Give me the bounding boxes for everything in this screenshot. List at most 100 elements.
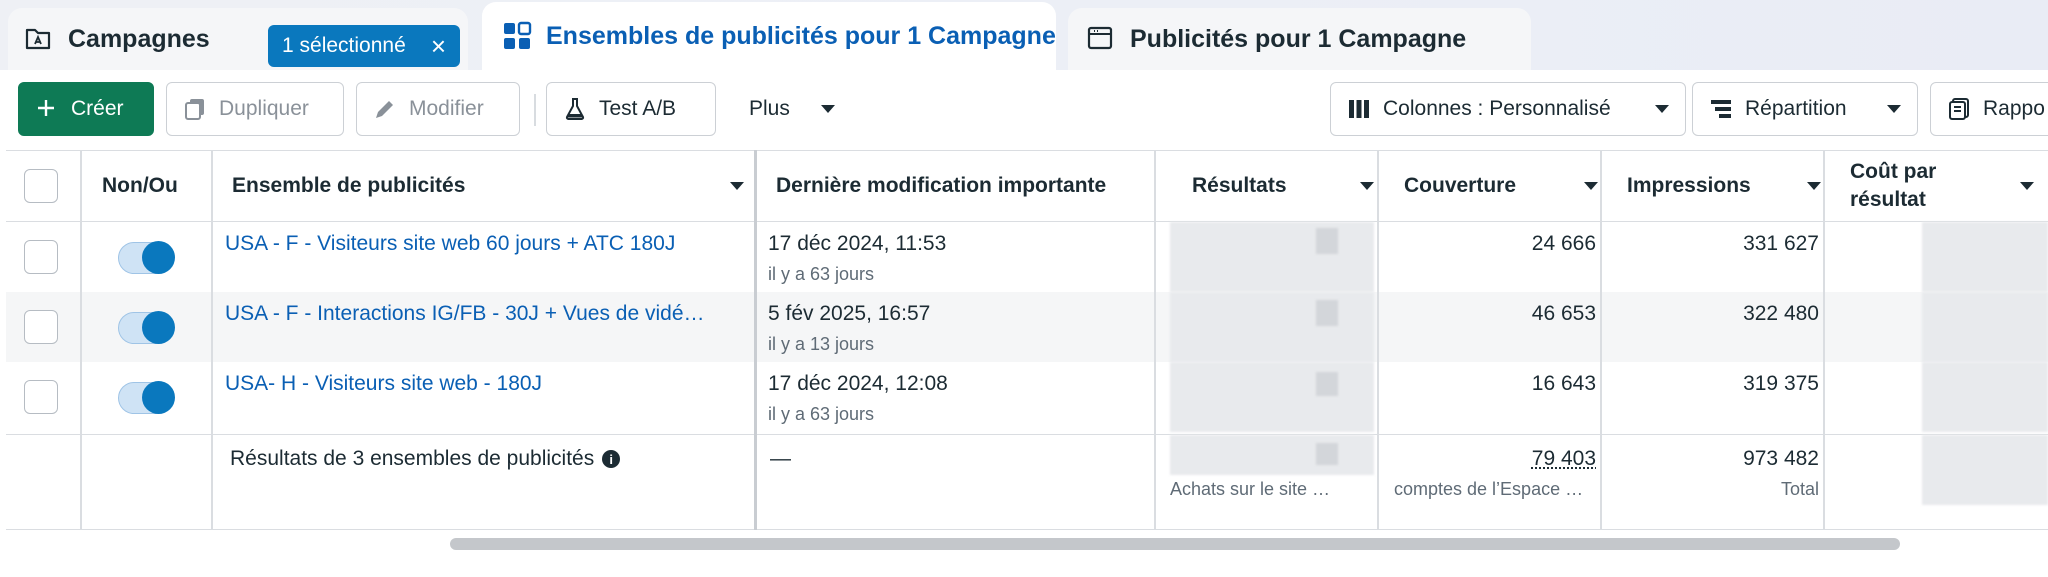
horizontal-scrollbar[interactable] [450,538,1900,550]
header-reach[interactable]: Couverture [1390,151,1612,221]
duplicate-button[interactable]: Dupliquer [166,82,344,136]
tab-adsets-label: Ensembles de publicités pour 1 Campagne [546,21,1056,50]
column-divider[interactable] [754,150,757,530]
blurred-results [1170,435,1374,475]
blurred-results [1170,292,1374,362]
tab-adsets[interactable]: Ensembles de publicités pour 1 Campagne [482,2,1056,70]
row-checkbox[interactable] [24,310,58,344]
blurred-cost [1922,435,2048,505]
more-button[interactable]: Plus [732,82,852,136]
blurred-results [1316,443,1338,465]
row-toggle[interactable] [118,311,175,344]
blurred-results [1170,362,1374,432]
last-edit-date: 5 fév 2025, 16:57 [768,302,931,325]
adset-name-link[interactable]: USA - F - Interactions IG/FB - 30J + Vue… [225,302,745,326]
reports-button-label: Rappo [1983,97,2045,120]
header-reach-label: Couverture [1404,174,1517,197]
last-edit-date: 17 déc 2024, 11:53 [768,232,947,255]
ab-test-button-label: Test A/B [599,97,677,120]
table-header: Non/Ou Ensemble de publicités Dernière m… [6,150,2048,222]
blurred-results [1316,372,1338,396]
header-onoff-label: Non/Ou [102,174,178,197]
columns-button[interactable]: Colonnes : Personnalisé [1330,82,1686,136]
info-icon[interactable]: i [602,450,621,469]
toggle-knob [142,381,175,414]
tab-campaigns-label: Campagnes [68,24,210,53]
selected-chip[interactable]: 1 sélectionné × [268,25,460,67]
table-row[interactable]: USA - F - Visiteurs site web 60 jours + … [6,222,2048,292]
header-results[interactable]: Résultats [1166,151,1388,221]
chevron-down-icon [1887,105,1901,113]
totals-reach[interactable]: 79 403 [1400,447,1596,471]
chevron-down-icon [730,182,744,190]
impressions-value: 322 480 [1743,302,1819,325]
toolbar: Créer Dupliquer Modifier Test A/B Plus C… [0,70,2048,150]
totals-last-edit: — [770,447,791,470]
plus-icon [35,97,59,121]
table-row[interactable]: USA- H - Visiteurs site web - 180J 17 dé… [6,362,2048,432]
select-all-checkbox[interactable] [24,169,58,203]
ab-test-button[interactable]: Test A/B [546,82,716,136]
toggle-knob [142,241,175,274]
reports-button[interactable]: Rappo [1930,82,2048,136]
impressions-value: 331 627 [1743,232,1819,255]
adset-name-link[interactable]: USA - F - Visiteurs site web 60 jours + … [225,232,745,256]
totals-label: Résultats de 3 ensembles de publicités [230,447,595,470]
adset-name-link[interactable]: USA- H - Visiteurs site web - 180J [225,372,745,396]
reach-value: 24 666 [1531,232,1596,255]
create-button-label: Créer [71,97,124,120]
column-divider [1823,150,1825,530]
header-impressions[interactable]: Impressions [1613,151,1835,221]
duplicate-button-label: Dupliquer [219,97,309,120]
toggle-knob [142,311,175,344]
totals-impressions: 973 482 [1743,447,1819,470]
tab-campaigns[interactable]: Campagnes 1 sélectionné × [8,8,468,70]
header-results-label: Résultats [1192,174,1287,197]
header-impressions-label: Impressions [1627,174,1751,197]
breakdown-button[interactable]: Répartition [1692,82,1918,136]
row-toggle[interactable] [118,381,175,414]
close-icon[interactable]: × [431,33,446,59]
chevron-down-icon [1807,182,1821,190]
copy-icon [183,97,207,121]
impressions-value: 319 375 [1743,372,1819,395]
edit-button-label: Modifier [409,97,484,120]
chevron-down-icon [1584,182,1598,190]
header-adset[interactable]: Ensemble de publicités [218,151,758,221]
last-edit-ago: il y a 13 jours [768,334,875,354]
flask-icon [563,97,587,121]
header-last-edit[interactable]: Dernière modification importante [762,151,1162,221]
table-row[interactable]: USA - F - Interactions IG/FB - 30J + Vue… [6,292,2048,362]
toolbar-divider [534,94,536,126]
column-divider [1154,150,1156,530]
last-edit-ago: il y a 63 jours [768,404,875,424]
header-cost-line-1: Coût par [1850,160,1937,183]
row-checkbox[interactable] [24,380,58,414]
row-checkbox[interactable] [24,240,58,274]
row-toggle[interactable] [118,241,175,274]
columns-button-label: Colonnes : Personnalisé [1383,97,1611,120]
column-divider [211,150,213,530]
last-edit-date: 17 déc 2024, 12:08 [768,372,948,395]
totals-results-sub: Achats sur le site … [1170,479,1331,499]
ad-window-icon [1086,24,1116,54]
blurred-results [1170,222,1374,292]
tab-ads[interactable]: Publicités pour 1 Campagne [1068,8,1531,70]
create-button[interactable]: Créer [18,82,154,136]
header-cost-per-result[interactable]: Coût par résultat [1836,151,2048,221]
last-edit-ago: il y a 63 jours [768,264,875,284]
header-last-edit-label: Dernière modification importante [776,174,1107,197]
chevron-down-icon [1360,182,1374,190]
header-onoff[interactable]: Non/Ou [88,151,188,221]
chevron-down-icon [1655,105,1669,113]
header-cost-line-2: résultat [1850,188,1926,211]
edit-button[interactable]: Modifier [356,82,520,136]
column-divider [1600,150,1602,530]
totals-row: Résultats de 3 ensembles de publicités i … [6,434,2048,530]
blurred-cost [1922,292,2048,362]
columns-icon [1347,97,1371,121]
adsets-table: Non/Ou Ensemble de publicités Dernière m… [6,150,2048,532]
grid-icon [502,21,532,51]
chevron-down-icon [821,105,835,113]
header-adset-label: Ensemble de publicités [232,174,466,197]
